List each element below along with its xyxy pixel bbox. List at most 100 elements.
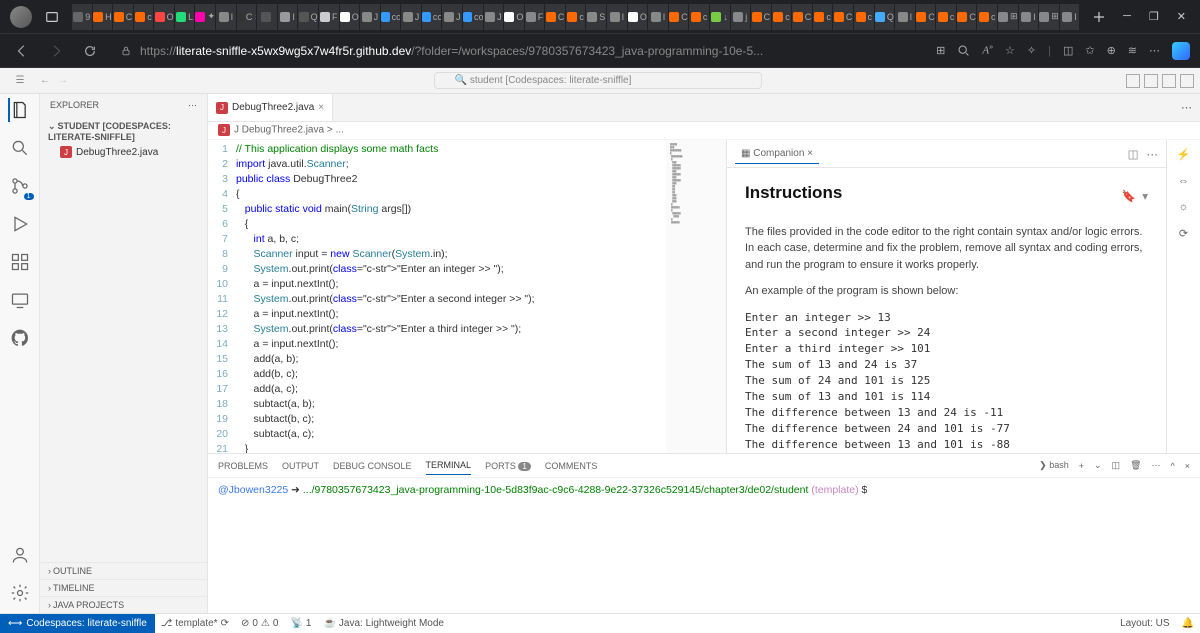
companion-tab[interactable]: ▦ Companion × <box>735 144 819 164</box>
debug-console-tab[interactable]: DEBUG CONSOLE <box>333 457 412 475</box>
menu-icon[interactable]: ☰ <box>0 75 40 86</box>
browser-tab[interactable]: I <box>607 4 627 30</box>
link-icon[interactable]: ⇔ <box>1178 175 1189 187</box>
companion-split-icon[interactable]: ◫ <box>1128 147 1139 161</box>
browser-tab[interactable]: O <box>628 4 648 30</box>
downloads-icon[interactable]: ⊕ <box>1107 44 1116 57</box>
browser-tab[interactable]: Q <box>875 4 895 30</box>
split-terminal-icon[interactable]: ◫ <box>1112 460 1121 471</box>
panel-more-icon[interactable]: ⋯ <box>1152 460 1161 471</box>
bolt-icon[interactable]: ⚡ <box>1177 148 1191 161</box>
layout-indicator[interactable]: Layout: US <box>1114 618 1175 629</box>
browser-tab[interactable]: I <box>1019 4 1039 30</box>
browser-tab[interactable]: I <box>278 4 298 30</box>
back-button[interactable] <box>10 39 34 63</box>
browser-tab[interactable]: C <box>792 4 812 30</box>
tree-root[interactable]: ⌄STUDENT [CODESPACES: LITERATE-SNIFFLE] <box>44 119 203 144</box>
browser-tab[interactable]: 9 <box>72 4 92 30</box>
java-projects-section[interactable]: ›JAVA PROJECTS <box>40 596 207 613</box>
browser-tab[interactable]: co <box>463 4 483 30</box>
browser-tab[interactable]: C <box>113 4 133 30</box>
command-center[interactable]: 🔍 student [Codespaces: literate-sniffle] <box>434 72 763 89</box>
expand-icon[interactable]: ▾ <box>1142 189 1148 206</box>
branch-indicator[interactable]: ⎇ template* ⟳ <box>155 618 235 629</box>
profile-avatar[interactable] <box>10 6 32 28</box>
browser-tab[interactable]: c <box>977 4 997 30</box>
minimize-button[interactable]: ─ <box>1123 10 1131 23</box>
browser-tab[interactable]: L <box>175 4 195 30</box>
breadcrumb[interactable]: JJ DebugThree2.java > ... <box>208 122 1200 140</box>
maximize-panel-icon[interactable]: ^ <box>1171 461 1175 471</box>
browser-tab[interactable]: C × <box>237 4 257 30</box>
browser-tab[interactable]: F <box>319 4 339 30</box>
remote-indicator[interactable]: ⟷ Codespaces: literate-sniffle <box>0 614 155 633</box>
close-tab-icon[interactable]: × <box>318 102 324 113</box>
problems-indicator[interactable]: ⊘ 0 ⚠ 0 <box>235 618 284 629</box>
browser-tab[interactable]: c <box>772 4 792 30</box>
apps-icon[interactable]: ⊞ <box>936 44 945 57</box>
comments-tab[interactable]: COMMENTS <box>545 457 598 475</box>
layout-controls[interactable] <box>1120 74 1200 88</box>
tree-file[interactable]: JDebugThree2.java <box>44 144 203 160</box>
browser-tab[interactable]: c <box>854 4 874 30</box>
refresh-icon[interactable]: ⟳ <box>1179 227 1188 240</box>
tab-overview-icon[interactable] <box>40 5 64 29</box>
browser-tab[interactable]: c <box>813 4 833 30</box>
close-button[interactable]: ✕ <box>1177 10 1186 23</box>
browser-tab[interactable]: O <box>154 4 174 30</box>
github-icon[interactable] <box>8 326 32 350</box>
close-panel-icon[interactable]: × <box>1185 461 1190 471</box>
browser-tab[interactable]: ⊞ <box>1039 4 1059 30</box>
browser-tab[interactable]: I <box>1060 4 1079 30</box>
run-debug-icon[interactable] <box>8 212 32 236</box>
output-tab[interactable]: OUTPUT <box>282 457 319 475</box>
timeline-section[interactable]: ›TIMELINE <box>40 579 207 596</box>
browser-tab[interactable]: c <box>134 4 154 30</box>
new-tab-button[interactable] <box>1087 5 1111 29</box>
browser-tab[interactable]: O <box>340 4 360 30</box>
java-mode[interactable]: ☕ Java: Lightweight Mode <box>317 618 450 629</box>
ports-indicator[interactable]: 📡 1 <box>284 618 317 629</box>
remote-explorer-icon[interactable] <box>8 288 32 312</box>
outline-section[interactable]: ›OUTLINE <box>40 562 207 579</box>
new-terminal-icon[interactable]: + <box>1079 461 1084 471</box>
feedback-icon[interactable]: 🔔 <box>1176 618 1200 629</box>
more-icon[interactable]: ⋯ <box>1149 44 1160 57</box>
browser-tab[interactable]: F <box>525 4 545 30</box>
source-control-icon[interactable]: 1 <box>8 174 32 198</box>
companion-more-icon[interactable]: ⋯ <box>1147 147 1159 161</box>
bookmark-icon[interactable]: 🔖 <box>1122 189 1136 206</box>
kill-terminal-icon[interactable]: 🗑 <box>1130 460 1141 471</box>
copilot-icon[interactable] <box>1172 42 1190 60</box>
browser-tab[interactable]: I <box>216 4 236 30</box>
browser-tab[interactable]: c <box>936 4 956 30</box>
browser-tab[interactable]: Q <box>298 4 318 30</box>
editor-tab[interactable]: JDebugThree2.java × <box>208 94 333 121</box>
browser-tab[interactable]: J <box>484 4 504 30</box>
ports-tab[interactable]: PORTS 1 <box>485 457 531 475</box>
settings-icon[interactable] <box>8 581 32 605</box>
browser-tab[interactable]: C <box>669 4 689 30</box>
performance-icon[interactable]: ≋ <box>1128 44 1137 57</box>
extensions-icon[interactable] <box>8 250 32 274</box>
explorer-icon[interactable] <box>8 98 32 122</box>
shell-label[interactable]: ❯ bash <box>1039 460 1069 471</box>
browser-tab[interactable]: C <box>957 4 977 30</box>
terminal-tab[interactable]: TERMINAL <box>426 456 472 475</box>
terminal-dropdown-icon[interactable]: ⌄ <box>1094 460 1102 471</box>
problems-tab[interactable]: PROBLEMS <box>218 457 268 475</box>
browser-tab[interactable]: c <box>689 4 709 30</box>
browser-tab[interactable]: co <box>422 4 442 30</box>
browser-tab[interactable]: ✦ <box>195 4 215 30</box>
browser-tab[interactable]: O <box>504 4 524 30</box>
account-icon[interactable] <box>8 543 32 567</box>
code-editor[interactable]: 1// This application displays some math … <box>208 140 726 453</box>
browser-tab[interactable]: C <box>545 4 565 30</box>
browser-tab[interactable]: j <box>731 4 751 30</box>
extension-icon[interactable]: ✧ <box>1027 44 1036 57</box>
browser-tab[interactable]: c <box>566 4 586 30</box>
bulb-icon[interactable]: ☼ <box>1178 201 1188 213</box>
editor-actions[interactable]: ⋯ <box>1173 94 1200 121</box>
browser-tab[interactable]: I <box>648 4 668 30</box>
minimap[interactable]: █████████████████ ████████ █ ███ ██████ … <box>666 140 726 453</box>
